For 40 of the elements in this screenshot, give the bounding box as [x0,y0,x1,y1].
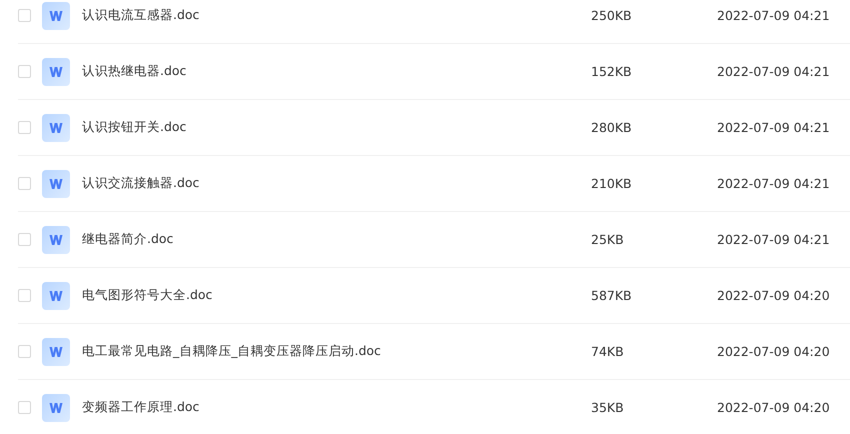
file-name[interactable]: 变频器工作原理.doc [82,399,591,416]
word-document-icon [42,114,70,142]
file-name[interactable]: 认识按钮开关.doc [82,119,591,136]
checkbox[interactable] [18,177,31,190]
file-name[interactable]: 电工最常见电路_自耦降压_自耦变压器降压启动.doc [82,343,591,360]
file-name[interactable]: 认识热继电器.doc [82,63,591,80]
word-document-icon [42,2,70,30]
file-size: 280KB [591,120,633,135]
modified-time: 2022-07-09 04:21 [717,232,830,247]
file-name[interactable]: 电气图形符号大全.doc [82,287,591,304]
checkbox[interactable] [18,9,31,22]
modified-time: 2022-07-09 04:20 [717,400,830,415]
checkbox[interactable] [18,121,31,134]
file-size: 587KB [591,288,633,303]
word-document-icon [42,338,70,366]
file-size: 152KB [591,64,633,79]
file-size: 250KB [591,8,633,23]
modified-time: 2022-07-09 04:21 [717,64,830,79]
word-document-icon [42,58,70,86]
checkbox[interactable] [18,345,31,358]
file-size: 25KB [591,232,625,247]
checkbox[interactable] [18,401,31,414]
word-document-icon [42,170,70,198]
modified-time: 2022-07-09 04:20 [717,288,830,303]
file-name[interactable]: 认识交流接触器.doc [82,175,591,192]
checkbox[interactable] [18,65,31,78]
word-document-icon [42,226,70,254]
word-document-icon [42,282,70,310]
word-document-icon [42,394,70,422]
modified-time: 2022-07-09 04:20 [717,344,830,359]
checkbox[interactable] [18,289,31,302]
file-size: 35KB [591,400,625,415]
modified-time: 2022-07-09 04:21 [717,176,830,191]
file-name[interactable]: 继电器简介.doc [82,231,591,248]
modified-time: 2022-07-09 04:21 [717,8,830,23]
checkbox[interactable] [18,233,31,246]
file-name[interactable]: 认识电流互感器.doc [82,7,591,24]
file-size: 210KB [591,176,633,191]
modified-time: 2022-07-09 04:21 [717,120,830,135]
file-size: 74KB [591,344,625,359]
